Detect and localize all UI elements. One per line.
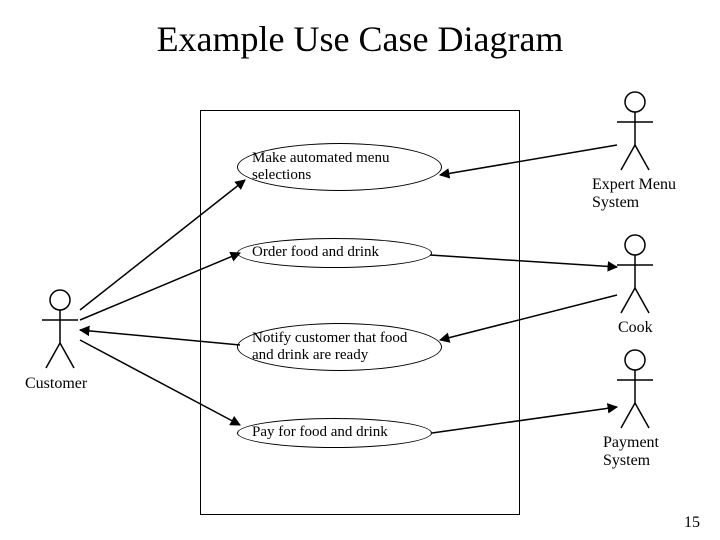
usecase-label: Notify customer that food and drink are …: [252, 330, 427, 365]
actor-expert-label: Expert Menu System: [592, 176, 702, 211]
usecase-label: Pay for food and drink: [252, 424, 388, 441]
usecase-label: Make automated menu selections: [252, 150, 427, 185]
diagram-title: Example Use Case Diagram: [0, 18, 720, 60]
usecase-make-selections: Make automated menu selections: [237, 143, 442, 191]
usecase-pay: Pay for food and drink: [237, 418, 432, 448]
usecase-label: Order food and drink: [252, 244, 379, 261]
actor-cook-label: Cook: [618, 319, 653, 337]
actor-expert-icon: [617, 92, 653, 170]
page-number: 15: [684, 514, 700, 532]
actor-customer-label: Customer: [25, 375, 87, 393]
actor-customer-icon: [42, 290, 78, 368]
usecase-notify: Notify customer that food and drink are …: [237, 323, 442, 371]
usecase-order: Order food and drink: [237, 238, 432, 268]
actor-payment-icon: [617, 350, 653, 428]
actor-cook-icon: [617, 235, 653, 313]
actor-payment-label: Payment System: [603, 434, 683, 469]
